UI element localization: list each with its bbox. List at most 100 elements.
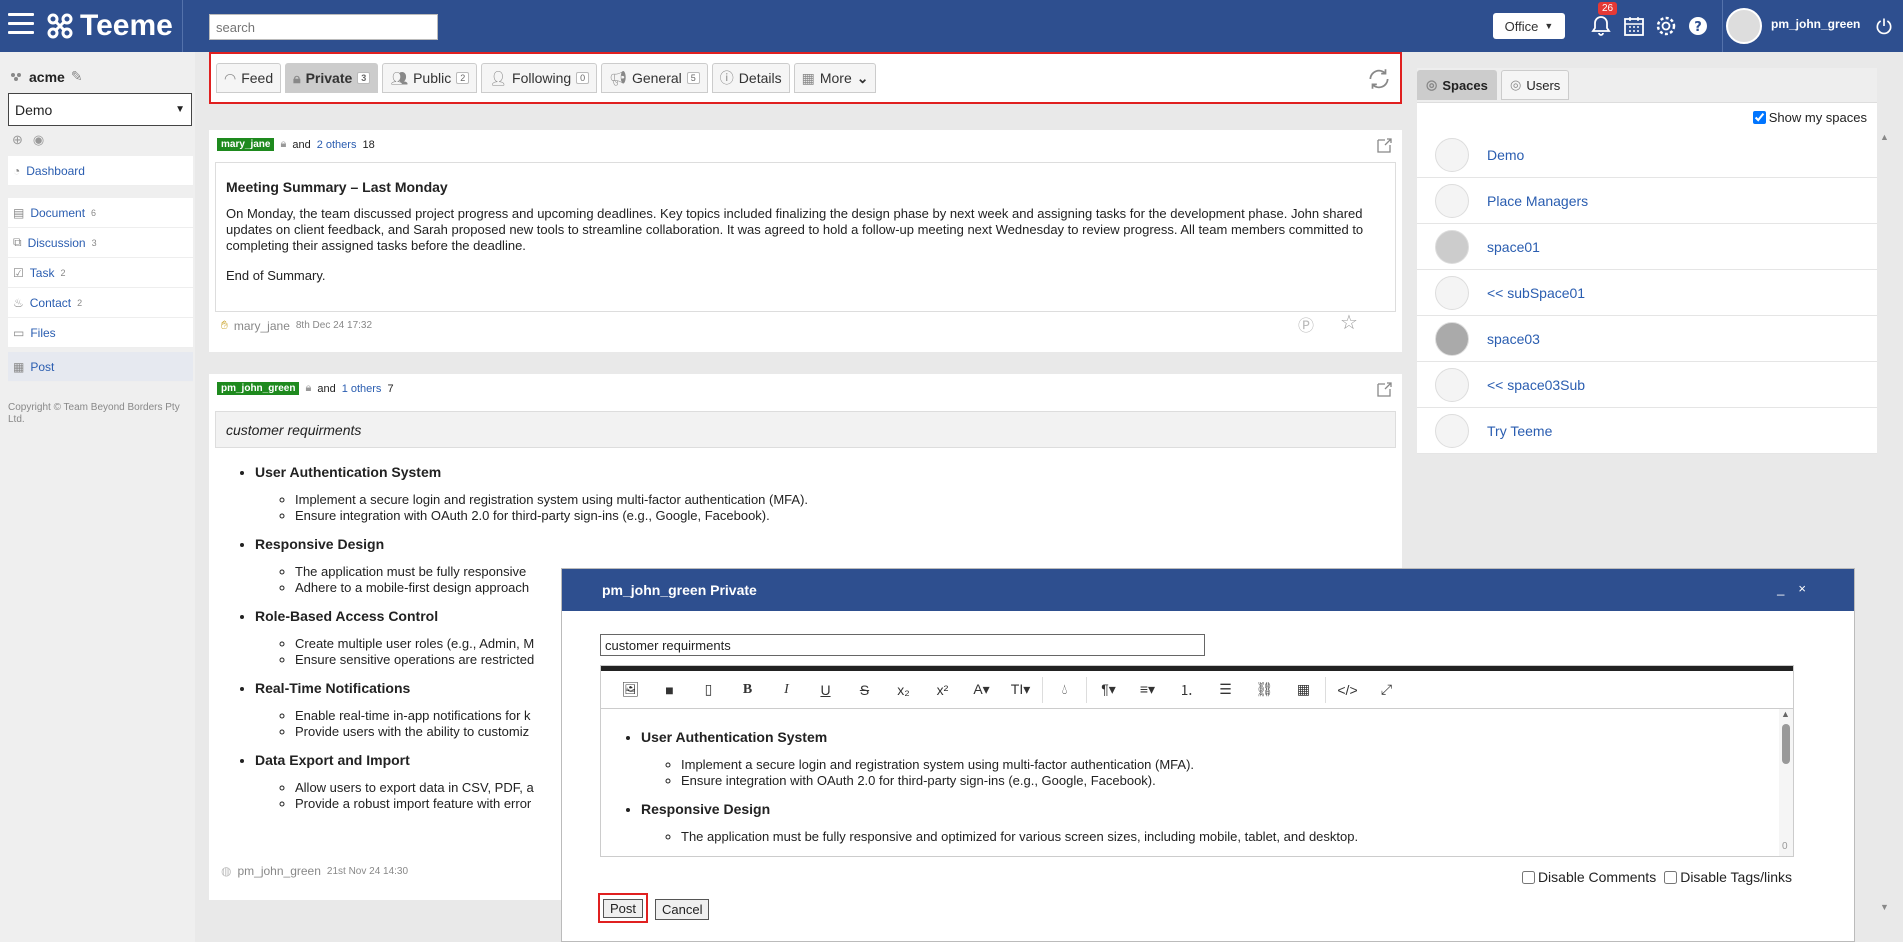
- tab-general[interactable]: 📢︎ General 5: [601, 63, 708, 93]
- space-row[interactable]: << space03Sub: [1417, 362, 1877, 408]
- italic-icon[interactable]: I: [767, 672, 806, 708]
- space-row[interactable]: space03: [1417, 316, 1877, 362]
- help-icon[interactable]: ?: [1686, 14, 1710, 38]
- scrollbar[interactable]: ▲ ▼: [1880, 132, 1894, 912]
- office-dropdown[interactable]: Office ▼: [1493, 13, 1565, 39]
- space-link[interactable]: << space03Sub: [1487, 377, 1585, 393]
- subscript-icon[interactable]: x₂: [884, 672, 923, 708]
- bold-icon[interactable]: B: [728, 672, 767, 708]
- space-link[interactable]: space03: [1487, 331, 1540, 347]
- external-link-icon[interactable]: [1376, 138, 1392, 154]
- insert-video-icon[interactable]: ■: [650, 672, 689, 708]
- search-input[interactable]: [209, 14, 438, 40]
- editor-scrollbar[interactable]: ▲ 0: [1779, 709, 1793, 856]
- sidebar-item-document[interactable]: ▤ Document 6: [8, 198, 193, 228]
- disable-tags-checkbox[interactable]: [1664, 870, 1678, 884]
- insert-image-icon[interactable]: 🖼︎: [611, 672, 650, 708]
- scroll-down-icon[interactable]: ▼: [1880, 902, 1889, 912]
- close-button[interactable]: ×: [1798, 581, 1806, 596]
- table-icon[interactable]: ▦: [1284, 672, 1323, 708]
- edit-pencil-icon[interactable]: ✎: [71, 68, 83, 85]
- space-row[interactable]: Demo: [1417, 132, 1877, 178]
- hamburger-menu-icon[interactable]: [8, 13, 34, 37]
- space-select[interactable]: Demo ▼: [8, 93, 192, 126]
- code-view-icon[interactable]: </>: [1328, 672, 1367, 708]
- insert-file-icon[interactable]: ▯: [689, 672, 728, 708]
- external-link-icon[interactable]: [1376, 382, 1392, 398]
- tab-following[interactable]: 👤︎ Following 0: [481, 63, 598, 93]
- divider: [182, 0, 183, 52]
- show-my-spaces[interactable]: Show my spaces: [1752, 110, 1867, 125]
- disable-comments-option[interactable]: Disable Comments: [1521, 869, 1656, 885]
- power-icon[interactable]: [1874, 14, 1894, 38]
- align-icon[interactable]: ≡▾: [1128, 672, 1167, 708]
- tab-private[interactable]: 🔒︎ Private 3: [285, 63, 379, 93]
- others-link[interactable]: 2 others: [317, 139, 357, 151]
- fullscreen-icon[interactable]: ⤢: [1367, 672, 1406, 708]
- sidebar-item-dashboard[interactable]: ◔ Dashboard: [8, 156, 193, 186]
- disable-comments-checkbox[interactable]: [1521, 870, 1535, 884]
- tab-more[interactable]: ▦ More ⌄: [793, 63, 877, 93]
- ink-drop-icon[interactable]: 💧︎: [1045, 672, 1084, 708]
- superscript-icon[interactable]: x²: [923, 672, 962, 708]
- link-icon[interactable]: ⛓︎: [1245, 672, 1284, 708]
- strikethrough-icon[interactable]: S: [845, 672, 884, 708]
- calendar-icon[interactable]: [1622, 14, 1646, 38]
- space-link[interactable]: Demo: [1487, 147, 1524, 163]
- spaces-panel: ◎ Spaces ◎ Users Show my spaces Demo Place…: [1417, 68, 1877, 454]
- tab-spaces[interactable]: ◎ Spaces: [1417, 70, 1497, 100]
- space-row[interactable]: << subSpace01: [1417, 270, 1877, 316]
- space-row[interactable]: Try Teeme: [1417, 408, 1877, 454]
- rss-icon: ◠: [224, 69, 237, 86]
- space-link[interactable]: Place Managers: [1487, 193, 1588, 209]
- p-circle-icon[interactable]: Ⓟ: [1298, 312, 1314, 336]
- refresh-icon[interactable]: [1366, 66, 1392, 92]
- add-circle-icon[interactable]: ⊕: [12, 132, 23, 148]
- star-icon[interactable]: ☆: [1340, 310, 1358, 335]
- space-row[interactable]: space01: [1417, 224, 1877, 270]
- space-link[interactable]: Try Teeme: [1487, 423, 1552, 439]
- subject-input[interactable]: customer requirments: [600, 634, 1205, 656]
- scroll-up-icon[interactable]: ▲: [1880, 132, 1889, 142]
- font-color-icon[interactable]: A▾: [962, 672, 1001, 708]
- scroll-thumb[interactable]: [1782, 724, 1790, 764]
- user-label[interactable]: pm_john_green: [217, 382, 300, 395]
- space-link[interactable]: space01: [1487, 239, 1540, 255]
- user-avatar[interactable]: [1726, 8, 1762, 44]
- tab-label: Private: [305, 70, 353, 86]
- post-header: pm_john_green 🔒︎ and 1 others 7: [217, 382, 394, 395]
- tab-feed[interactable]: ◠ Feed: [216, 63, 282, 93]
- space-link[interactable]: << subSpace01: [1487, 285, 1585, 301]
- show-my-spaces-checkbox[interactable]: [1752, 111, 1766, 124]
- and-text: and: [292, 138, 311, 151]
- username-label[interactable]: pm_john_green: [1771, 17, 1860, 31]
- others-link[interactable]: 1 others: [342, 383, 382, 395]
- teeme-logo[interactable]: Teeme: [46, 8, 173, 44]
- bell-icon[interactable]: [1589, 14, 1613, 38]
- ordered-list-icon[interactable]: ⒈: [1167, 672, 1206, 708]
- underline-icon[interactable]: U: [806, 672, 845, 708]
- gear-icon[interactable]: [1654, 14, 1678, 38]
- dialog-header: pm_john_green Private _ ×: [562, 569, 1854, 611]
- space-row[interactable]: Place Managers: [1417, 178, 1877, 224]
- minimize-button[interactable]: _: [1777, 581, 1784, 596]
- tab-details[interactable]: ⓘ Details: [711, 63, 790, 93]
- editor-content[interactable]: User Authentication System Implement a s…: [601, 709, 1773, 856]
- cancel-button[interactable]: Cancel: [655, 899, 710, 920]
- post-button[interactable]: Post: [602, 898, 643, 918]
- unordered-list-icon[interactable]: ☰: [1206, 672, 1245, 708]
- user-label[interactable]: mary_jane: [217, 138, 275, 151]
- paragraph-icon[interactable]: ¶▾: [1089, 672, 1128, 708]
- font-size-icon[interactable]: TI▾: [1001, 672, 1040, 708]
- eye-icon[interactable]: ◉: [33, 132, 44, 148]
- section-title: Data Export and Import: [255, 752, 410, 768]
- sidebar-item-contact[interactable]: ♨ Contact 2: [8, 288, 193, 318]
- sidebar-item-task[interactable]: ☑ Task 2: [8, 258, 193, 288]
- scroll-up-icon[interactable]: ▲: [1781, 709, 1790, 719]
- sidebar-item-post[interactable]: ▦ Post: [8, 352, 193, 382]
- disable-tags-option[interactable]: Disable Tags/links: [1664, 869, 1792, 885]
- tab-public[interactable]: 👥︎ Public 2: [382, 63, 478, 93]
- sidebar-item-files[interactable]: ▭ Files: [8, 318, 193, 348]
- tab-users[interactable]: ◎ Users: [1501, 70, 1570, 100]
- sidebar-item-discussion[interactable]: ⧉ Discussion 3: [8, 228, 193, 258]
